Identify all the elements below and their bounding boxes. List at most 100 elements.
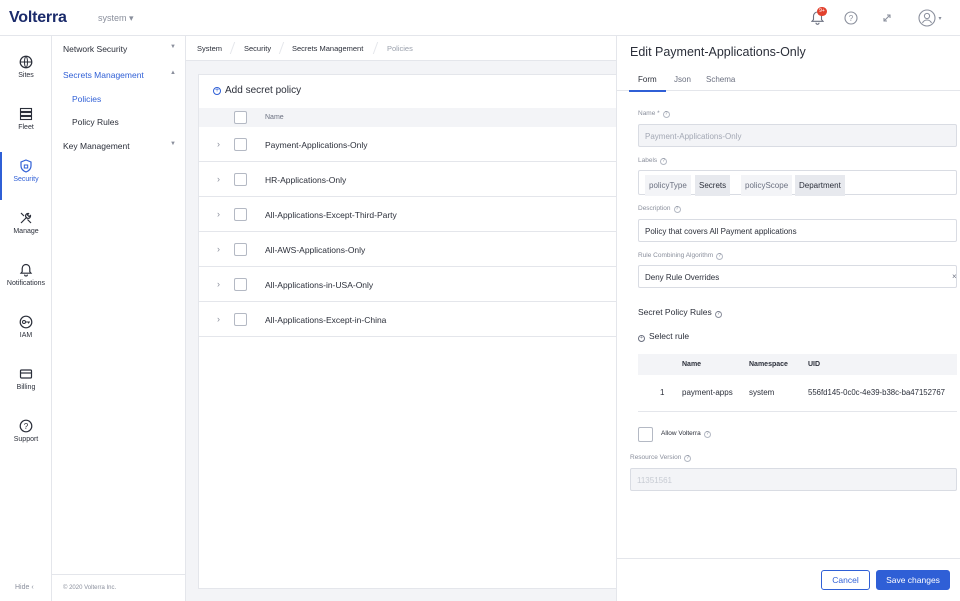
fleet-icon bbox=[19, 107, 33, 121]
breadcrumb-system[interactable]: System bbox=[197, 44, 222, 53]
chevron-right-icon[interactable]: › bbox=[217, 139, 220, 149]
user-menu[interactable]: ▾ bbox=[917, 9, 943, 27]
tab-form[interactable]: Form bbox=[629, 75, 666, 92]
rail-item-iam[interactable]: IAM bbox=[0, 308, 52, 352]
allow-volterra-checkbox[interactable] bbox=[638, 427, 653, 442]
shield-icon bbox=[20, 159, 32, 173]
rail-item-security[interactable]: Security bbox=[0, 152, 52, 200]
table-row[interactable]: › All-Applications-Except-Third-Party bbox=[199, 197, 617, 232]
main-nav-rail: Sites Fleet Security Manage Notification… bbox=[0, 36, 52, 601]
subnav-secrets-management[interactable]: Secrets Management ▲ bbox=[63, 70, 176, 80]
column-name: Name bbox=[265, 114, 284, 121]
breadcrumb: System Security Secrets Management Polic… bbox=[186, 36, 616, 61]
row-checkbox[interactable] bbox=[234, 278, 247, 291]
rail-item-manage[interactable]: Manage bbox=[0, 204, 52, 248]
chevron-right-icon[interactable]: › bbox=[217, 209, 220, 219]
algorithm-select[interactable]: Deny Rule Overrides × ▼ bbox=[638, 265, 957, 288]
table-row[interactable]: › All-AWS-Applications-Only bbox=[199, 232, 617, 267]
subnav-policy-rules[interactable]: Policy Rules bbox=[72, 117, 119, 127]
panel-tabs: Form Json Schema bbox=[617, 69, 960, 92]
info-icon: ? bbox=[703, 431, 711, 438]
card-icon bbox=[19, 369, 33, 379]
info-icon: ? bbox=[716, 253, 724, 260]
info-icon: ? bbox=[673, 206, 681, 213]
volterra-logo[interactable]: Volterra bbox=[9, 9, 67, 27]
table-row[interactable]: › HR-Applications-Only bbox=[199, 162, 617, 197]
algorithm-label: Rule Combining Algorithm? bbox=[638, 252, 724, 260]
info-icon: ? bbox=[684, 455, 692, 462]
table-row[interactable]: 1 payment-apps system 556fd145-0c0c-4e39… bbox=[638, 375, 957, 409]
chevron-down-icon: ▼ bbox=[170, 44, 176, 50]
select-all-checkbox[interactable] bbox=[234, 111, 247, 124]
label-value-chip[interactable]: Department bbox=[795, 175, 845, 196]
notification-badge: 9+ bbox=[817, 7, 827, 16]
labels-label: Labels? bbox=[638, 157, 668, 165]
description-field[interactable]: Policy that covers All Payment applicati… bbox=[638, 219, 957, 242]
svg-text:?: ? bbox=[24, 422, 29, 431]
info-icon: ? bbox=[662, 111, 670, 118]
rail-item-fleet[interactable]: Fleet bbox=[0, 100, 52, 144]
panel-title: Edit Payment-Applications-Only bbox=[630, 45, 806, 59]
subnav-key-management[interactable]: Key Management ▼ bbox=[63, 141, 176, 151]
label-value-chip[interactable]: Secrets bbox=[695, 175, 731, 196]
divider bbox=[638, 411, 957, 412]
table-row[interactable]: › All-Applications-in-USA-Only bbox=[199, 267, 617, 302]
panel-footer: Cancel Save changes bbox=[617, 558, 960, 601]
chevron-right-icon[interactable]: › bbox=[217, 279, 220, 289]
info-icon: ? bbox=[714, 311, 722, 318]
chevron-right-icon[interactable]: › bbox=[217, 314, 220, 324]
resource-version-label: Resource Version? bbox=[630, 454, 692, 462]
rail-item-notifications[interactable]: Notifications bbox=[0, 256, 52, 300]
breadcrumb-secrets-management[interactable]: Secrets Management bbox=[292, 44, 363, 53]
security-subnav: Network Security ▼ Secrets Management ▲ Po… bbox=[52, 36, 186, 601]
hide-nav-button[interactable]: Hide ‹ bbox=[15, 584, 34, 591]
name-field[interactable]: Payment-Applications-Only bbox=[638, 124, 957, 147]
row-checkbox[interactable] bbox=[234, 208, 247, 221]
select-rule-button[interactable]: + Select rule bbox=[638, 331, 689, 342]
allow-volterra-label: Allow Volterra? bbox=[661, 430, 711, 438]
help-icon: ? bbox=[19, 419, 33, 433]
add-secret-policy-button[interactable]: + Add secret policy bbox=[213, 85, 301, 96]
row-checkbox[interactable] bbox=[234, 173, 247, 186]
label-key-chip: policyType bbox=[645, 175, 691, 196]
table-row[interactable]: › Payment-Applications-Only bbox=[199, 127, 617, 162]
save-changes-button[interactable]: Save changes bbox=[876, 570, 950, 590]
cancel-button[interactable]: Cancel bbox=[821, 570, 870, 590]
chevron-up-icon: ▲ bbox=[170, 70, 176, 76]
policy-list-card: + Add secret policy Name › Payment-Applic… bbox=[198, 74, 617, 589]
bell-icon bbox=[19, 263, 33, 277]
help-icon[interactable]: ? bbox=[842, 9, 860, 27]
top-bar: Volterra system ▾ 9+ ? ▾ bbox=[0, 0, 960, 36]
chevron-down-icon: ▼ bbox=[170, 141, 176, 147]
plus-circle-icon: + bbox=[213, 87, 221, 95]
rules-table-header: Name Namespace UID bbox=[638, 354, 957, 375]
labels-field[interactable]: policyType Secrets policyScope Departmen… bbox=[638, 170, 957, 196]
name-label: Name *? bbox=[638, 110, 670, 118]
info-icon: ? bbox=[660, 158, 668, 165]
row-checkbox[interactable] bbox=[234, 243, 247, 256]
rules-section-title: Secret Policy Rules? bbox=[638, 307, 722, 318]
globe-icon bbox=[19, 55, 33, 69]
description-label: Description? bbox=[638, 205, 681, 213]
key-icon bbox=[19, 315, 33, 329]
row-checkbox[interactable] bbox=[234, 313, 247, 326]
table-row[interactable]: › All-Applications-Except-in-China bbox=[199, 302, 617, 337]
edit-policy-panel: Edit Payment-Applications-Only Form Json… bbox=[616, 36, 960, 601]
rail-item-billing[interactable]: Billing bbox=[0, 360, 52, 404]
subnav-network-security[interactable]: Network Security ▼ bbox=[63, 44, 176, 54]
rail-item-support[interactable]: ? Support bbox=[0, 412, 52, 456]
rail-item-sites[interactable]: Sites bbox=[0, 48, 52, 92]
breadcrumb-security[interactable]: Security bbox=[244, 44, 271, 53]
tab-json[interactable]: Json bbox=[674, 75, 691, 84]
row-checkbox[interactable] bbox=[234, 138, 247, 151]
expand-icon[interactable] bbox=[878, 9, 896, 27]
tab-schema[interactable]: Schema bbox=[706, 75, 735, 84]
plus-circle-icon: + bbox=[638, 335, 645, 342]
subnav-policies[interactable]: Policies bbox=[72, 94, 101, 104]
avatar-icon bbox=[918, 9, 937, 27]
chevron-right-icon[interactable]: › bbox=[217, 174, 220, 184]
namespace-selector[interactable]: system ▾ bbox=[98, 13, 134, 24]
clear-icon[interactable]: × bbox=[952, 272, 957, 281]
chevron-right-icon[interactable]: › bbox=[217, 244, 220, 254]
label-key-chip: policyScope bbox=[741, 175, 793, 196]
